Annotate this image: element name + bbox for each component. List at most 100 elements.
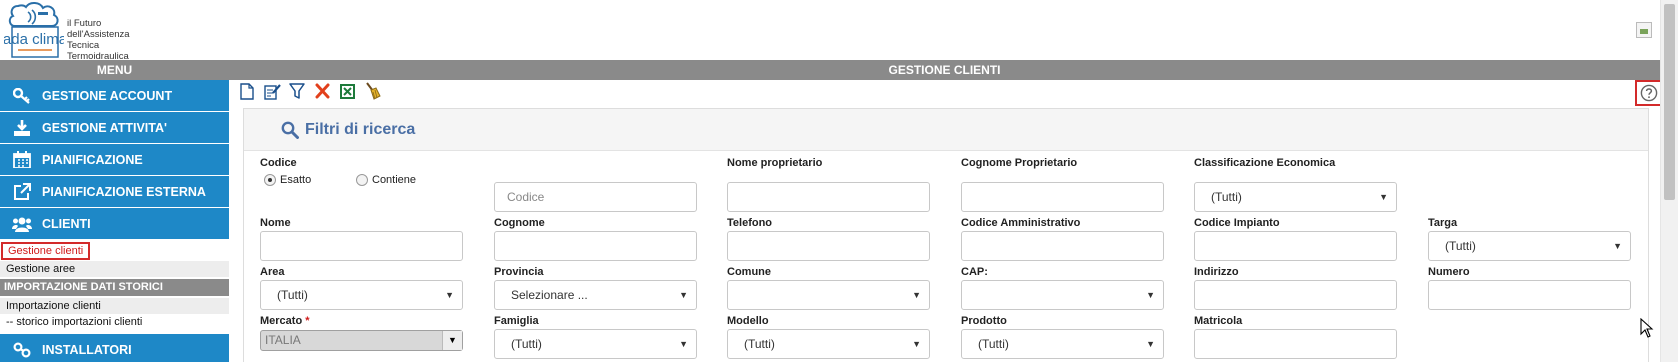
nome-input[interactable] [260,231,463,261]
sidebar-item-label: CLIENTI [42,216,91,231]
matricola-label: Matricola [1194,315,1243,327]
famiglia-select[interactable]: (Tutti) ▼ [494,329,697,359]
sidebar-item-gestione-account[interactable]: GESTIONE ACCOUNT [0,80,229,111]
submenu-gestione-aree[interactable]: Gestione aree [0,261,229,277]
cognome-input[interactable] [494,231,697,261]
chevron-down-icon: ▼ [445,290,454,300]
panel-title: Filtri di ricerca [305,120,416,138]
codice-amministrativo-label: Codice Amministrativo [961,217,1081,229]
sidebar-item-installatori[interactable]: INSTALLATORI [0,334,229,362]
sidebar-item-label: INSTALLATORI [42,342,132,357]
required-marker: * [305,315,310,327]
select-value: (Tutti) [511,337,542,351]
select-value: (Tutti) [978,337,1009,351]
broom-icon[interactable] [363,82,381,100]
cognome-label: Cognome [494,217,545,229]
numero-input[interactable] [1428,280,1631,310]
targa-label: Targa [1428,217,1458,229]
radio-contiene[interactable]: Contiene [356,174,416,186]
area-label: Area [260,266,285,278]
mercato-label: Mercato * [260,315,310,327]
cognome-proprietario-input[interactable] [961,182,1164,212]
logo-mark-icon: ada clima [4,2,64,58]
submenu-importazione-clienti[interactable]: Importazione clienti [0,298,229,314]
prodotto-select[interactable]: (Tutti) ▼ [961,329,1164,359]
select-value: (Tutti) [1211,190,1242,204]
radio-unchecked-icon [356,174,368,186]
link-icon [12,341,32,359]
sidebar-item-label: PIANIFICAZIONE [42,152,143,167]
search-icon [281,121,299,139]
nome-proprietario-input[interactable] [727,182,930,212]
help-icon [1640,84,1658,102]
sidebar-item-label: GESTIONE ACCOUNT [42,88,173,103]
submenu-gestione-clienti[interactable]: Gestione clienti [0,242,229,261]
users-icon [12,215,32,233]
scrollbar-thumb[interactable] [1664,4,1675,200]
comune-select[interactable]: ▼ [727,280,930,310]
help-button[interactable] [1635,80,1663,106]
select-value: ITALIA [265,333,301,347]
comune-label: Comune [727,266,771,278]
cap-select[interactable]: ▼ [961,280,1164,310]
submenu-label: Gestione clienti [1,242,91,260]
panel-header: Filtri di ricerca [244,109,1648,151]
cognome-proprietario-label: Cognome Proprietario [961,157,1078,169]
chevron-down-icon: ▼ [679,290,688,300]
chevron-down-icon: ▼ [679,339,688,349]
chevron-down-icon: ▼ [442,331,462,350]
matricola-input[interactable] [1194,329,1397,359]
sidebar-item-label: GESTIONE ATTIVITA' [42,120,167,135]
famiglia-label: Famiglia [494,315,539,327]
codice-impianto-input[interactable] [1194,231,1397,261]
select-value: (Tutti) [744,337,775,351]
codice-input[interactable] [494,182,697,212]
edit-icon[interactable] [263,82,281,100]
provincia-label: Provincia [494,266,544,278]
classificazione-economica-select[interactable]: (Tutti) ▼ [1194,182,1397,212]
new-document-icon[interactable] [238,82,256,100]
title-bar: MENU GESTIONE CLIENTI [0,60,1660,80]
indirizzo-label: Indirizzo [1194,266,1239,278]
radio-checked-icon [264,174,276,186]
area-select[interactable]: (Tutti) ▼ [260,280,463,310]
codice-amministrativo-input[interactable] [961,231,1164,261]
submenu-storico-importazioni[interactable]: -- storico importazioni clienti [0,314,229,330]
tagline-line: Tecnica [67,40,100,51]
clienti-submenu: Gestione clienti Gestione aree [0,242,229,277]
sidebar-item-gestione-attivita[interactable]: GESTIONE ATTIVITA' [0,112,229,143]
sidebar-item-clienti[interactable]: CLIENTI [0,208,229,239]
radio-esatto[interactable]: Esatto [264,174,311,186]
page-scrollbar[interactable] [1660,0,1678,362]
adaclima-logo[interactable]: ada clima il Futuro dell'Assistenza Tecn… [4,0,144,62]
calendar-icon [12,151,32,169]
sidebar-item-pianificazione-esterna[interactable]: PIANIFICAZIONE ESTERNA [0,176,229,207]
external-link-icon [12,183,32,201]
mercato-select[interactable]: ITALIA ▼ [260,330,463,351]
excel-export-icon[interactable] [338,82,356,100]
select-value: Selezionare ... [511,288,588,302]
logo-wordmark: ada clima [4,31,64,48]
menu-title: MENU [96,63,133,77]
chevron-down-icon: ▼ [912,339,921,349]
download-icon [12,119,32,137]
chevron-down-icon: ▼ [1146,339,1155,349]
codice-label: Codice [260,157,297,169]
modello-select[interactable]: (Tutti) ▼ [727,329,930,359]
provincia-select[interactable]: Selezionare ... ▼ [494,280,697,310]
telefono-input[interactable] [727,231,930,261]
select-value: (Tutti) [1445,239,1476,253]
broken-image-icon [1636,22,1652,38]
chevron-down-icon: ▼ [1379,192,1388,202]
targa-select[interactable]: (Tutti) ▼ [1428,231,1631,261]
mercato-label-text: Mercato [260,315,303,327]
toolbar [238,82,381,100]
chevron-down-icon: ▼ [912,290,921,300]
clear-icon[interactable] [313,82,331,100]
cap-label: CAP: [961,266,988,278]
nome-label: Nome [260,217,291,229]
modello-label: Modello [727,315,769,327]
filter-icon[interactable] [288,82,306,100]
indirizzo-input[interactable] [1194,280,1397,310]
sidebar-item-pianificazione[interactable]: PIANIFICAZIONE [0,144,229,175]
